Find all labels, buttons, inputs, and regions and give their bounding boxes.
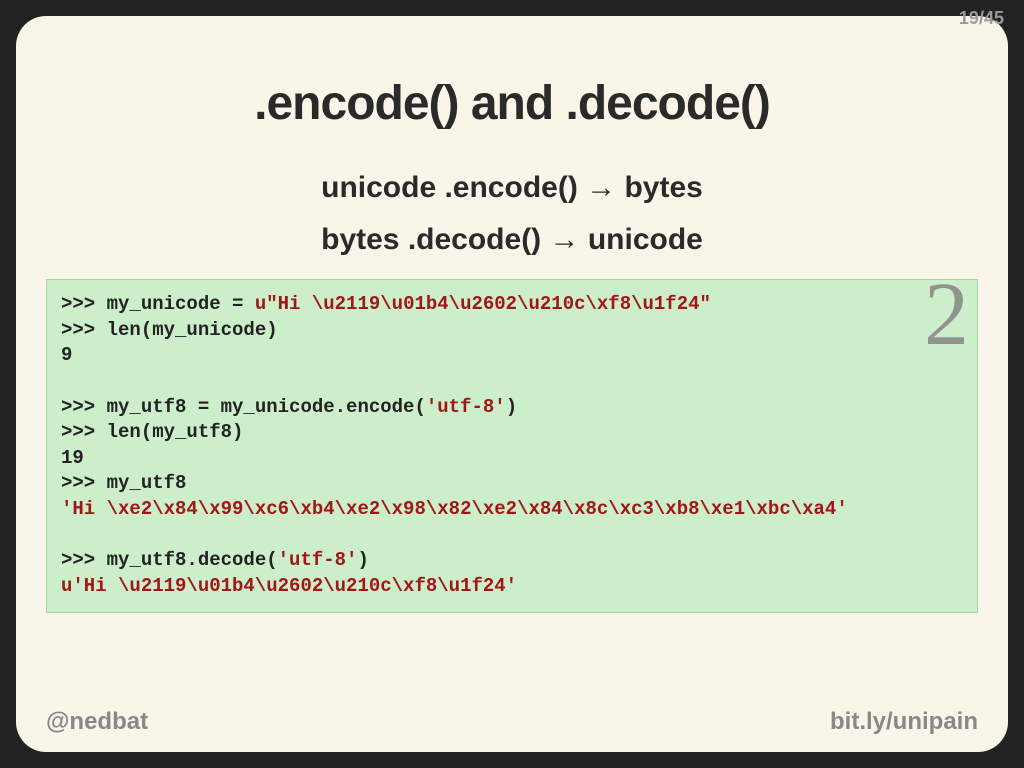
slide: .encode() and .decode() unicode .encode(… xyxy=(16,16,1008,752)
python-version-badge: 2 xyxy=(924,279,969,360)
code-line: ) xyxy=(506,396,517,418)
code-block: 2 >>> my_unicode = u"Hi \u2119\u01b4\u260… xyxy=(46,279,978,613)
footer-link: bit.ly/unipain xyxy=(830,708,978,736)
code-line: >>> len(my_unicode) xyxy=(61,319,278,341)
slide-title: .encode() and .decode() xyxy=(16,76,1008,131)
code-output: u'Hi \u2119\u01b4\u2602\u210c\xf8\u1f24' xyxy=(61,575,517,597)
subtitle-decode: bytes .decode() → unicode xyxy=(16,223,1008,257)
code-string: 'utf-8' xyxy=(278,549,358,571)
footer-handle: @nedbat xyxy=(46,708,148,736)
code-line: >>> my_utf8.decode( xyxy=(61,549,278,571)
code-line: >>> my_unicode = xyxy=(61,293,255,315)
code-string: u"Hi \u2119\u01b4\u2602\u210c\xf8\u1f24" xyxy=(255,293,711,315)
code-line: >>> len(my_utf8) xyxy=(61,421,243,443)
code-line: 19 xyxy=(61,447,84,469)
page-total: 45 xyxy=(984,8,1004,28)
page-current: 19 xyxy=(959,8,979,28)
code-line: 9 xyxy=(61,344,72,366)
subtitle-encode: unicode .encode() → bytes xyxy=(16,171,1008,205)
code-line: >>> my_utf8 = my_unicode.encode( xyxy=(61,396,426,418)
code-string: 'utf-8' xyxy=(426,396,506,418)
code-output: 'Hi \xe2\x84\x99\xc6\xb4\xe2\x98\x82\xe2… xyxy=(61,498,848,520)
page-counter: 19/45 xyxy=(959,8,1004,29)
footer: @nedbat bit.ly/unipain xyxy=(46,708,978,736)
code-line: ) xyxy=(357,549,368,571)
code-line: >>> my_utf8 xyxy=(61,472,186,494)
